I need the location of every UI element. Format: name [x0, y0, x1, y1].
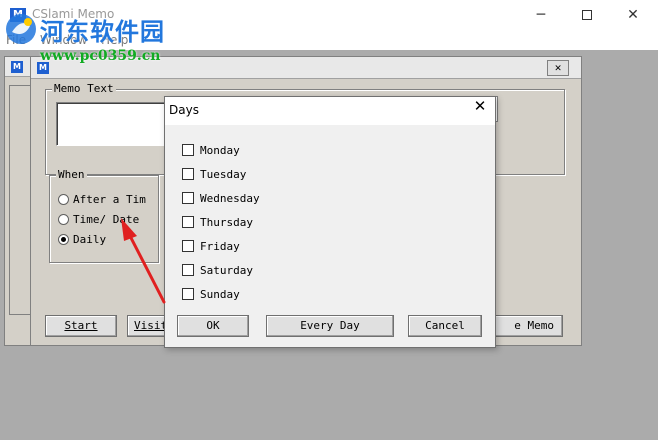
app-icon: M — [11, 61, 23, 73]
maximize-icon — [582, 10, 592, 20]
radio-after-a-time[interactable]: After a Tim — [58, 192, 146, 208]
title-bar: M CSlami Memo ─ ✕ — [0, 0, 658, 30]
checkbox-label: Sunday — [200, 287, 240, 301]
close-button[interactable]: ✕ — [610, 0, 656, 30]
radio-label: Daily — [73, 232, 107, 246]
maximize-button[interactable] — [564, 0, 610, 30]
when-label: When — [56, 168, 87, 181]
checkbox-label: Thursday — [200, 215, 253, 229]
checkbox-icon — [182, 216, 194, 228]
checkbox-saturday[interactable]: Saturday — [182, 263, 253, 279]
minimize-button[interactable]: ─ — [518, 0, 564, 30]
radio-icon — [58, 193, 69, 205]
checkbox-icon — [182, 264, 194, 276]
checkbox-label: Saturday — [200, 263, 253, 277]
checkbox-thursday[interactable]: Thursday — [182, 215, 253, 231]
days-dialog-title-bar[interactable]: Days ✕ — [165, 97, 495, 125]
every-day-button[interactable]: Every Day — [266, 315, 394, 337]
checkbox-label: Monday — [200, 143, 240, 157]
radio-label: Time/ Date — [73, 212, 140, 226]
days-dialog-title: Days — [169, 103, 199, 117]
days-dialog: Days ✕ Monday Tuesday Wednesday Thursday… — [164, 96, 496, 348]
start-button[interactable]: Start — [45, 315, 117, 337]
checkbox-icon — [182, 288, 194, 300]
radio-selected-icon — [58, 233, 69, 245]
memo-window-close-button[interactable]: ✕ — [547, 60, 569, 76]
app-icon: M — [10, 8, 26, 22]
menu-window[interactable]: Window — [40, 33, 87, 47]
radio-daily[interactable]: Daily — [58, 232, 106, 248]
start-label: Start — [64, 319, 98, 332]
radio-label: After a Tim — [73, 192, 146, 206]
checkbox-label: Tuesday — [200, 167, 247, 181]
visit-button[interactable]: Visit — [127, 315, 167, 337]
memo-text-label: Memo Text — [52, 82, 116, 95]
app-icon: M — [37, 62, 49, 74]
checkbox-wednesday[interactable]: Wednesday — [182, 191, 260, 207]
checkbox-sunday[interactable]: Sunday — [182, 287, 240, 303]
checkbox-icon — [182, 192, 194, 204]
when-group: When After a Tim Time/ Date Daily — [49, 168, 159, 263]
memo-button[interactable]: e Memo — [487, 315, 563, 337]
cancel-button[interactable]: Cancel — [408, 315, 482, 337]
memo-window-title[interactable]: M ✕ — [31, 57, 581, 79]
checkbox-friday[interactable]: Friday — [182, 239, 240, 255]
menu-file[interactable]: File — [6, 33, 26, 47]
ok-button[interactable]: OK — [177, 315, 249, 337]
checkbox-label: Wednesday — [200, 191, 260, 205]
app-title: CSlami Memo — [32, 7, 115, 21]
checkbox-icon — [182, 240, 194, 252]
checkbox-monday[interactable]: Monday — [182, 143, 240, 159]
radio-time-date[interactable]: Time/ Date — [58, 212, 139, 228]
menu-bar: File Window Help — [0, 30, 658, 50]
visit-label: Visit — [134, 319, 168, 332]
checkbox-icon — [182, 168, 194, 180]
radio-icon — [58, 213, 69, 225]
days-dialog-close-button[interactable]: ✕ — [465, 97, 495, 125]
main-window: M CSlami Memo ─ ✕ File Window Help M M ✕… — [0, 0, 658, 440]
checkbox-tuesday[interactable]: Tuesday — [182, 167, 246, 183]
checkbox-label: Friday — [200, 239, 240, 253]
checkbox-icon — [182, 144, 194, 156]
menu-help[interactable]: Help — [101, 33, 128, 47]
